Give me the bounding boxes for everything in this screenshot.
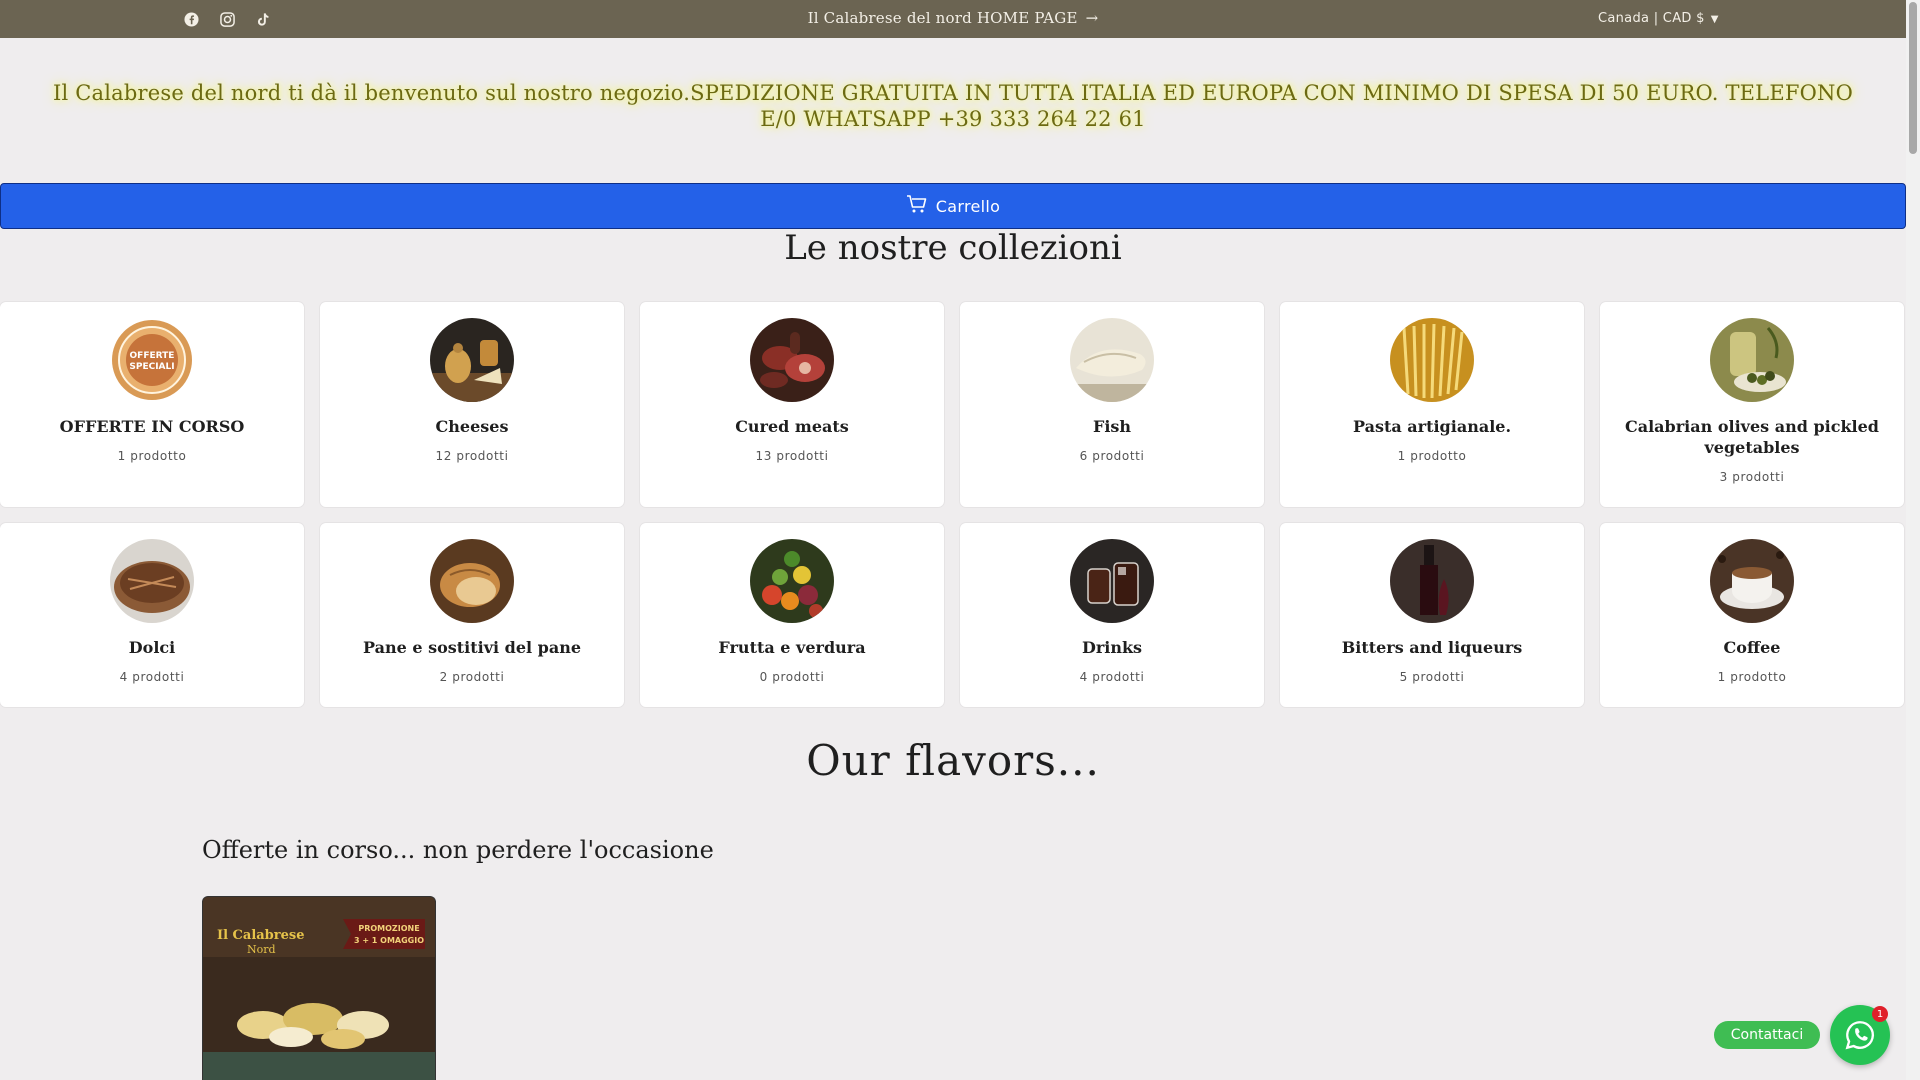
collection-name[interactable]: Fish (1081, 416, 1143, 437)
fruit-vegetables-image (750, 539, 834, 623)
collection-count: 1 prodotto (1717, 670, 1787, 684)
page-scrollbar[interactable] (1906, 0, 1920, 1080)
collection-count: 13 prodotti (755, 449, 829, 463)
drinks-image (1070, 539, 1154, 623)
chevron-down-icon: ▼ (1710, 14, 1719, 25)
cart-button[interactable]: Carrello (0, 183, 1906, 229)
cart-icon (906, 194, 928, 218)
collection-count: 12 prodotti (435, 449, 509, 463)
collection-name[interactable]: Dolci (117, 637, 187, 658)
bread-image (430, 539, 514, 623)
whatsapp-icon (1845, 1021, 1875, 1050)
collection-card[interactable]: Fish 6 prodotti (960, 302, 1264, 507)
fish-image (1070, 318, 1154, 402)
collection-card[interactable]: Pasta artigianale. 1 prodotto (1280, 302, 1584, 507)
collection-card[interactable]: Drinks 4 prodotti (960, 523, 1264, 707)
collection-card[interactable]: Cured meats 13 prodotti (640, 302, 944, 507)
country-selector[interactable]: Canada | CAD $ ▼ (1598, 11, 1719, 26)
coffee-image (1710, 539, 1794, 623)
collection-count: 1 prodotto (117, 449, 187, 463)
collection-name[interactable]: Frutta e verdura (706, 637, 877, 658)
collection-card[interactable]: Dolci 4 prodotti (0, 523, 304, 707)
arrow-right-icon: → (1085, 9, 1099, 27)
promo-offer-text: 3 + 1 OMAGGIO (354, 936, 424, 945)
product-image: Il Calabrese Nord PROMOZIONE 3 + 1 OMAGG… (203, 897, 435, 1080)
collection-card[interactable]: Calabrian olives and pickled vegetables … (1600, 302, 1904, 507)
scrollbar-thumb[interactable] (1909, 2, 1917, 154)
collection-card[interactable]: Bitters and liqueurs 5 prodotti (1280, 523, 1584, 707)
collection-count: 6 prodotti (1079, 449, 1145, 463)
flavors-title: Our flavors... (806, 736, 1100, 785)
svg-text:OFFERTE: OFFERTE (130, 351, 175, 361)
collection-card[interactable]: OFFERTE SPECIALI OFFERTE IN CORSO 1 prod… (0, 302, 304, 507)
svg-text:SPECIALI: SPECIALI (129, 362, 174, 372)
collection-count: 5 prodotti (1399, 670, 1465, 684)
collection-count: 1 prodotto (1397, 449, 1467, 463)
collection-count: 4 prodotti (1079, 670, 1145, 684)
collection-count: 3 prodotti (1719, 470, 1785, 484)
collections-title: Le nostre collezioni (784, 228, 1122, 268)
collection-card[interactable]: Coffee 1 prodotto (1600, 523, 1904, 707)
cured-meats-image (750, 318, 834, 402)
collections-grid: OFFERTE SPECIALI OFFERTE IN CORSO 1 prod… (0, 302, 1906, 707)
collection-name[interactable]: Pane e sostitivi del pane (351, 637, 593, 658)
collection-card[interactable]: Cheeses 12 prodotti (320, 302, 624, 507)
product-card[interactable]: Il Calabrese Nord PROMOZIONE 3 + 1 OMAGG… (202, 896, 436, 1080)
collection-count: 0 prodotti (759, 670, 825, 684)
product-logo-text: Il Calabrese (217, 928, 304, 943)
liqueurs-image (1390, 539, 1474, 623)
announcement-text[interactable]: Il Calabrese del nord HOME PAGE (808, 9, 1078, 27)
pasta-image (1390, 318, 1474, 402)
offerte-speciali-badge-image: OFFERTE SPECIALI (110, 318, 194, 402)
dolci-image (110, 539, 194, 623)
contact-button[interactable]: Contattaci (1714, 1021, 1820, 1049)
welcome-message: Il Calabrese del nord ti dà il benvenuto… (52, 81, 1854, 131)
collection-name[interactable]: OFFERTE IN CORSO (48, 416, 257, 437)
olives-image (1710, 318, 1794, 402)
product-logo-subtext: Nord (247, 943, 276, 956)
collection-name[interactable]: Cured meats (723, 416, 861, 437)
collection-card[interactable]: Pane e sostitivi del pane 2 prodotti (320, 523, 624, 707)
notification-badge: 1 (1872, 1006, 1888, 1022)
collection-card[interactable]: Frutta e verdura 0 prodotti (640, 523, 944, 707)
collection-name[interactable]: Calabrian olives and pickled vegetables (1600, 416, 1904, 458)
collection-name[interactable]: Coffee (1712, 637, 1793, 658)
announcement-bar: Il Calabrese del nord HOME PAGE → Canada … (0, 0, 1906, 38)
collection-name[interactable]: Bitters and liqueurs (1330, 637, 1535, 658)
country-selector-label[interactable]: Canada | CAD $ (1598, 11, 1705, 26)
cheeses-image (430, 318, 514, 402)
collection-name[interactable]: Drinks (1070, 637, 1154, 658)
promo-text: PROMOZIONE (358, 924, 419, 933)
collection-name[interactable]: Pasta artigianale. (1341, 416, 1523, 437)
collection-name[interactable]: Cheeses (424, 416, 521, 437)
collection-count: 4 prodotti (119, 670, 185, 684)
cart-label[interactable]: Carrello (936, 197, 1000, 216)
offers-subtitle: Offerte in corso... non perdere l'occasi… (202, 836, 714, 864)
collection-count: 2 prodotti (439, 670, 505, 684)
